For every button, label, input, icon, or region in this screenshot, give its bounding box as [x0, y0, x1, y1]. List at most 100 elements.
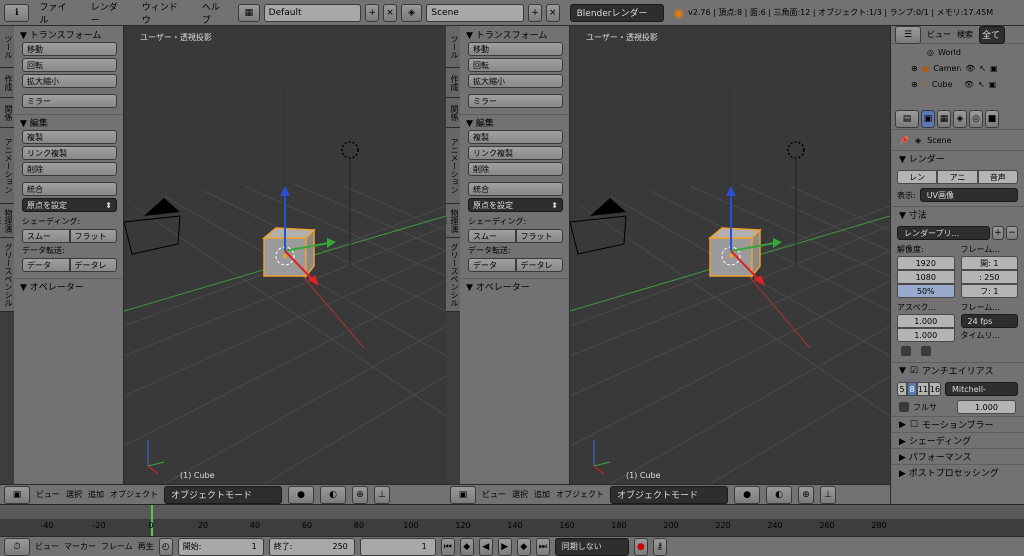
manipulator-icon[interactable]: ⊕ [798, 485, 814, 504]
menu-render[interactable]: レンダー [85, 0, 132, 26]
flat-button[interactable]: フラット [69, 229, 117, 243]
tab-relations-2[interactable]: 関係 [446, 98, 460, 128]
aa-sample-11[interactable]: 11 [917, 382, 929, 396]
properties-editor-icon[interactable]: ▤ [895, 109, 919, 128]
editor-type-icon[interactable]: ▣ [450, 485, 476, 504]
duplicate-button[interactable]: 複製 [22, 130, 117, 144]
jump-end-icon[interactable]: ⏭ [535, 537, 550, 556]
view-menu-2[interactable]: ビュー [482, 489, 506, 500]
tab-animation-2[interactable]: アニメーション [446, 128, 460, 204]
preview-range-icon[interactable]: ◴ [158, 537, 173, 556]
axis-icon[interactable]: ⊥ [374, 485, 390, 504]
delete-button-2[interactable]: 削除 [468, 162, 563, 176]
select-menu-2[interactable]: 選択 [512, 489, 528, 500]
screen-layout-field[interactable]: Default [263, 3, 362, 22]
move-button-2[interactable]: 移動 [468, 42, 563, 56]
render-icon[interactable]: ▣ [989, 80, 997, 89]
tab-physics[interactable]: 物理演算 [0, 204, 14, 238]
duplicate-linked-button-2[interactable]: リンク複製 [468, 146, 563, 160]
aa-sample-8[interactable]: 8 [907, 382, 917, 396]
render-preset-dropdown[interactable]: レンダープリ... [897, 226, 990, 240]
object-menu[interactable]: オブジェクト [110, 489, 158, 500]
tab-create[interactable]: 作成 [0, 68, 14, 98]
checkbox-icon[interactable]: ☐ [910, 420, 918, 430]
panel-dimensions-header[interactable]: ▼ 寸法 [891, 206, 1024, 222]
outliner-editor-icon[interactable]: ☰ [895, 25, 921, 44]
layers-tab-icon[interactable]: ▦ [937, 109, 951, 128]
panel-edit-header-2[interactable]: ▼ 編集 [460, 114, 569, 130]
timeline-frame-menu[interactable]: フレーム [101, 541, 133, 552]
join-button[interactable]: 統合 [22, 182, 117, 196]
eye-icon[interactable]: 👁 [965, 64, 975, 73]
cursor-icon[interactable]: ↖ [978, 80, 985, 89]
add-layout-icon[interactable]: + [365, 3, 380, 22]
outliner-search-menu[interactable]: 検索 [957, 29, 973, 40]
set-origin-dropdown-2[interactable]: 原点を設定 ⬍ [468, 198, 563, 212]
world-tab-icon[interactable]: ◎ [969, 109, 983, 128]
data-layout-button[interactable]: データレ [69, 258, 117, 272]
outliner-item-cube[interactable]: ⊕ ▽ Cube 👁 ↖ ▣ [891, 76, 1024, 92]
join-button-2[interactable]: 統合 [468, 182, 563, 196]
resolution-y-field[interactable]: 1080 [897, 270, 955, 284]
manipulator-icon[interactable]: ⊕ [352, 485, 368, 504]
remove-scene-icon[interactable]: × [545, 3, 560, 22]
aa-sample-5[interactable]: 5 [897, 382, 907, 396]
mirror-button-2[interactable]: ミラー [468, 94, 563, 108]
panel-render-header[interactable]: ▼ レンダー [891, 150, 1024, 166]
prev-keyframe-icon[interactable]: ◆ [459, 537, 474, 556]
aspect-x-field[interactable]: 1.000 [897, 314, 955, 328]
panel-transform-header-2[interactable]: ▼ トランスフォーム [460, 26, 569, 42]
remove-preset-icon[interactable]: − [1006, 226, 1018, 240]
editor-type-icon[interactable]: ▣ [4, 485, 30, 504]
play-icon[interactable]: ▶ [497, 537, 512, 556]
frame-start-field[interactable]: 開: 1 [960, 256, 1018, 270]
panel-antialiasing-header[interactable]: ▼ ☑ アンチエイリアス [891, 362, 1024, 378]
tab-physics-2[interactable]: 物理演算 [446, 204, 460, 238]
tab-tools-2[interactable]: ツール [446, 26, 460, 68]
panel-operator-header[interactable]: ▼ オペレーター [14, 278, 123, 294]
add-menu[interactable]: 追加 [88, 489, 104, 500]
mirror-button[interactable]: ミラー [22, 94, 117, 108]
viewport-3d-left[interactable]: ユーザー・透視投影 (1) Cube [124, 26, 446, 484]
panel-edit-header[interactable]: ▼ 編集 [14, 114, 123, 130]
add-menu-2[interactable]: 追加 [534, 489, 550, 500]
play-reverse-icon[interactable]: ◀ [478, 537, 493, 556]
move-button[interactable]: 移動 [22, 42, 117, 56]
timeline-playback-menu[interactable]: 再生 [138, 541, 154, 552]
render-audio-button[interactable]: 音声 [977, 170, 1018, 184]
panel-motion-blur-header[interactable]: ▶ ☐ モーションブラー [891, 416, 1024, 432]
panel-postprocessing-header[interactable]: ▶ ポストプロセッシング [891, 464, 1024, 480]
sync-mode-dropdown[interactable]: 同期しない [554, 537, 629, 556]
record-icon[interactable]: ● [633, 537, 648, 556]
frame-step-field[interactable]: フ: 1 [960, 284, 1018, 298]
axis-icon[interactable]: ⊥ [820, 485, 836, 504]
timeline-ruler[interactable] [0, 505, 1024, 519]
pivot-icon[interactable]: ◐ [766, 485, 792, 504]
crop-checkbox[interactable] [921, 346, 931, 356]
render-icon[interactable]: ▣ [990, 64, 998, 73]
rotate-button[interactable]: 回転 [22, 58, 117, 72]
add-scene-icon[interactable]: + [528, 3, 542, 22]
info-editor-type-button[interactable]: ℹ [4, 3, 30, 22]
shading-mode-icon[interactable]: ● [288, 485, 314, 504]
shading-mode-icon[interactable]: ● [734, 485, 760, 504]
outliner-view-menu[interactable]: ビュー [927, 29, 951, 40]
panel-performance-header[interactable]: ▶ パフォーマンス [891, 448, 1024, 464]
pivot-icon[interactable]: ◐ [320, 485, 346, 504]
smooth-button[interactable]: スムー [22, 229, 70, 243]
menu-file[interactable]: ファイル [33, 0, 80, 26]
object-menu-2[interactable]: オブジェクト [556, 489, 604, 500]
aa-filter-dropdown[interactable]: Mitchell- [945, 382, 1018, 396]
resolution-x-field[interactable]: 1920 [897, 256, 955, 270]
render-engine-dropdown[interactable]: Blenderレンダー [569, 3, 664, 22]
add-preset-icon[interactable]: + [992, 226, 1004, 240]
render-animation-button[interactable]: アニ [937, 170, 978, 184]
panel-operator-header-2[interactable]: ▼ オペレーター [460, 278, 569, 294]
scale-button-2[interactable]: 拡大縮小 [468, 74, 563, 88]
scene-field[interactable]: Scene [426, 3, 525, 22]
fps-dropdown[interactable]: 24 fps [960, 314, 1018, 328]
current-frame-field[interactable]: 1 [359, 537, 436, 556]
smooth-button-2[interactable]: スムー [468, 229, 516, 243]
scale-button[interactable]: 拡大縮小 [22, 74, 117, 88]
start-frame-field[interactable]: 開始: 1 [177, 537, 264, 556]
